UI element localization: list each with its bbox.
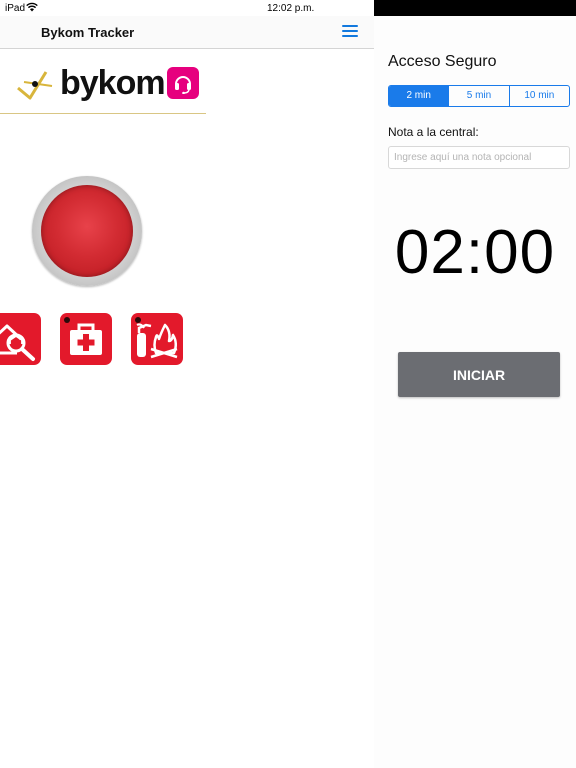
medical-alert-button[interactable] [60,313,112,365]
headset-icon [175,76,191,94]
status-time: 12:02 p.m. [267,3,315,14]
note-label: Nota a la central: [388,125,479,139]
side-status-bar [374,0,576,16]
logo-text: bykom [60,64,166,102]
panic-button[interactable] [32,176,142,286]
panic-button-face [41,185,133,277]
main-panel: iPad 12:02 p.m. Bykom Tracker bykom [0,0,374,768]
nav-bar: Bykom Tracker [0,16,374,49]
nav-title: Bykom Tracker [41,25,135,40]
security-alert-button[interactable] [0,313,41,365]
support-headset-button[interactable] [167,67,199,99]
bykom-logo-mark-icon [17,71,53,100]
start-button[interactable]: INICIAR [398,352,560,397]
secure-access-title: Acceso Seguro [388,53,497,70]
hamburger-menu-icon[interactable] [342,25,358,38]
medical-kit-icon [70,323,102,355]
wifi-icon [26,2,38,12]
security-search-icon [0,324,35,361]
duration-selector: 2 min 5 min 10 min [388,85,570,107]
note-input[interactable] [388,146,570,169]
duration-option-2min[interactable]: 2 min [389,86,449,106]
duration-option-10min[interactable]: 10 min [508,86,569,106]
fire-alert-button[interactable] [131,313,183,365]
status-bar: iPad 12:02 p.m. [0,0,374,16]
duration-option-5min[interactable]: 5 min [448,86,508,106]
fire-extinguisher-icon [136,323,178,359]
logo-divider [0,113,206,114]
status-device: iPad [5,3,26,14]
countdown-timer: 02:00 [394,218,556,287]
secure-access-panel: Acceso Seguro 2 min 5 min 10 min Nota a … [374,0,576,768]
